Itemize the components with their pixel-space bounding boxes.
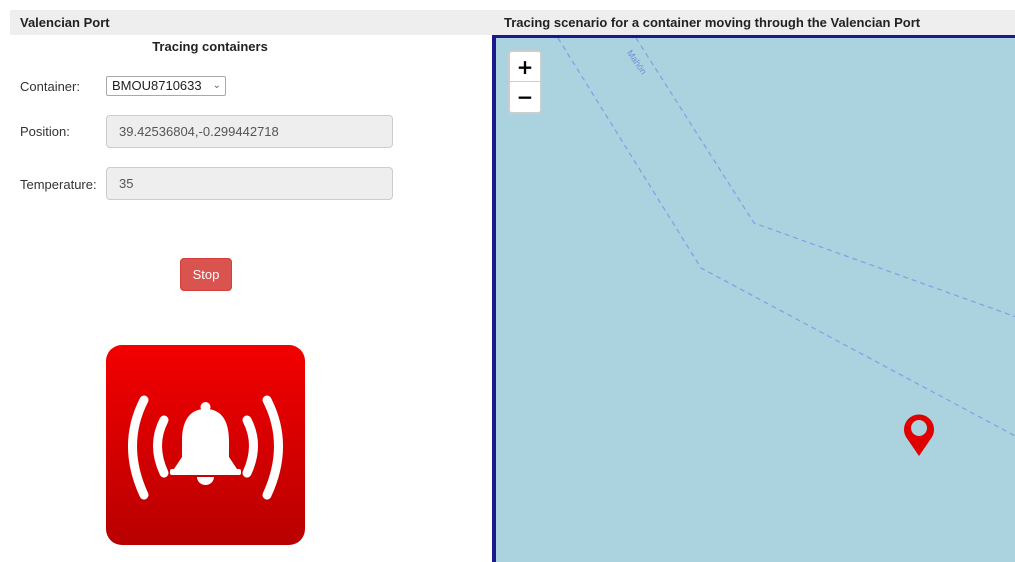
temperature-label: Temperature: [20,177,97,192]
panel-title: Tracing containers [152,39,268,54]
position-label: Position: [20,124,70,139]
shipping-route-lines [557,38,1015,437]
container-select[interactable]: BMOU8710633 ⌄ [106,76,226,96]
container-label: Container: [20,79,80,94]
zoom-control: + − [508,50,542,114]
zoom-in-button[interactable]: + [510,52,540,82]
alarm-bell-icon [106,345,305,545]
map-view[interactable]: Mahón + − [492,35,1015,562]
position-field[interactable]: 39.42536804,-0.299442718 [106,115,393,148]
app-title: Valencian Port [10,10,492,35]
container-select-value: BMOU8710633 [112,78,202,93]
map-marker-icon[interactable] [902,412,936,458]
chevron-down-icon: ⌄ [212,80,221,91]
stop-button[interactable]: Stop [180,258,232,291]
map-title: Tracing scenario for a container moving … [492,10,1015,35]
temperature-field[interactable]: 35 [106,167,393,200]
zoom-out-button[interactable]: − [510,82,540,112]
